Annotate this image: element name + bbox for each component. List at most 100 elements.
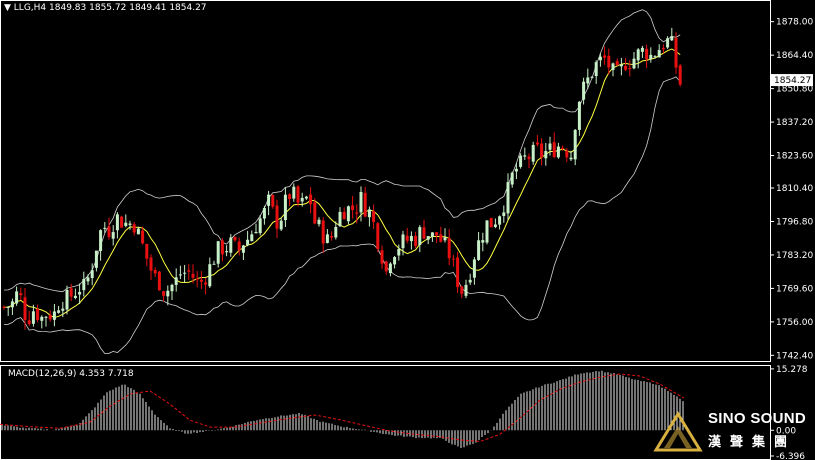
candle-body (48, 314, 52, 320)
candle (44, 316, 48, 327)
candle (204, 277, 208, 295)
candle (393, 256, 397, 269)
candle (52, 304, 56, 327)
candle-body (510, 172, 514, 185)
candle (510, 171, 514, 188)
price-tick-label: 1878.00 (776, 18, 813, 28)
candle-body (380, 250, 384, 264)
candle (409, 231, 413, 250)
candle-body (514, 168, 518, 172)
candle-body (78, 291, 82, 295)
candle (267, 190, 271, 216)
candle-body (65, 289, 69, 310)
candle-body (451, 258, 455, 260)
candle-body (577, 101, 581, 130)
candle-body (292, 186, 296, 199)
candle-body (124, 222, 128, 226)
candle-body (19, 293, 23, 296)
candle-body (69, 288, 73, 297)
candle-body (489, 217, 493, 228)
candle-body (632, 58, 636, 69)
candle (174, 268, 178, 292)
candle-body (237, 241, 241, 251)
candle-body (582, 81, 586, 100)
candle-body (36, 308, 40, 320)
candle-body (657, 50, 661, 58)
candle-body (27, 320, 31, 325)
dropdown-triangle-icon[interactable]: ▼ (4, 3, 11, 13)
candle-body (40, 316, 44, 321)
candle (212, 260, 216, 265)
candle (250, 230, 254, 242)
candle (645, 44, 649, 69)
candle-body (2, 306, 6, 308)
candle-body (472, 259, 476, 278)
candle (493, 218, 497, 229)
candle (57, 305, 61, 314)
candle-body (309, 194, 313, 205)
candle-body (267, 194, 271, 206)
candle-body (376, 223, 380, 250)
candle-body (212, 263, 216, 265)
candle-body (355, 212, 359, 214)
candle-body (208, 264, 212, 287)
chart-canvas: 1878.00 1864.40 1850.80 1837.20 1823.60 1810.… (0, 0, 813, 460)
candle (170, 283, 174, 301)
candle (556, 142, 560, 159)
logo-text-en: SINO SOUND (708, 410, 807, 427)
candle-body (611, 63, 615, 70)
candle (107, 217, 111, 240)
candle-body (254, 232, 258, 234)
candle-body (141, 230, 145, 244)
candle-body (372, 211, 376, 222)
candle (405, 227, 409, 244)
candle-body (178, 274, 182, 276)
candle-body (275, 205, 279, 229)
upper-band (3, 9, 681, 293)
candle (82, 271, 86, 297)
candle-body (615, 61, 619, 66)
candle-body (443, 237, 447, 241)
candle-body (586, 77, 590, 84)
candle-body (296, 186, 300, 203)
candle (552, 132, 556, 159)
price-tick-label: 1742.40 (776, 351, 813, 361)
candle-body (115, 214, 119, 231)
candle (145, 243, 149, 267)
candle (23, 288, 27, 330)
candle (460, 285, 464, 299)
candle-body (313, 202, 317, 224)
candle-body (82, 279, 86, 291)
candle-body (107, 226, 111, 237)
candle (153, 267, 157, 278)
high-value: 1855.72 (89, 3, 127, 13)
candle (678, 63, 682, 87)
candle (435, 231, 439, 244)
candle-body (523, 155, 527, 157)
candle-body (220, 240, 224, 255)
candle-body (363, 192, 367, 217)
candle (338, 207, 342, 228)
candle-body (330, 236, 334, 238)
candle-body (157, 271, 161, 291)
macd-tick-label: 15.278 (776, 365, 808, 375)
candle (506, 173, 510, 220)
candle (124, 214, 128, 228)
candle-body (414, 235, 418, 246)
candle (19, 287, 23, 300)
price-tick-label: 1756.00 (776, 318, 813, 328)
candle-body (321, 220, 325, 244)
candle (86, 274, 90, 285)
low-value: 1849.41 (129, 3, 167, 13)
candle-body (174, 277, 178, 285)
candle (657, 44, 661, 58)
candle-body (233, 237, 237, 241)
candle (388, 262, 392, 277)
candle-body (439, 234, 443, 242)
candle-body (225, 251, 229, 253)
candle (632, 52, 636, 70)
candle (666, 36, 670, 49)
candle (619, 57, 623, 76)
candle-body (527, 156, 531, 160)
candle-body (145, 243, 149, 259)
